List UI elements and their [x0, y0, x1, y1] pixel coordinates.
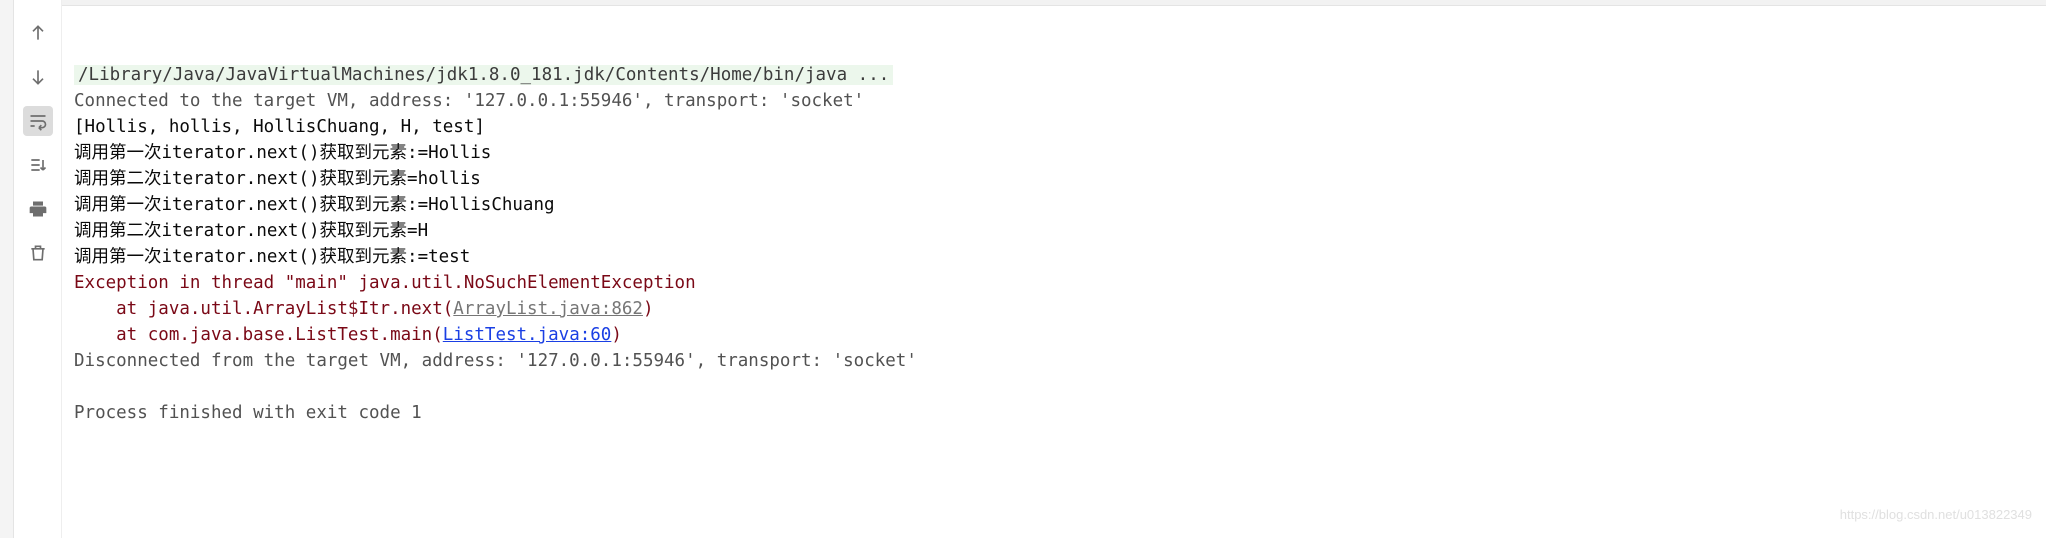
left-stripe	[0, 0, 14, 538]
connected-line: Connected to the target VM, address: '12…	[74, 91, 864, 111]
java-command-line: /Library/Java/JavaVirtualMachines/jdk1.8…	[74, 65, 893, 85]
console-output[interactable]: /Library/Java/JavaVirtualMachines/jdk1.8…	[62, 0, 2046, 538]
soft-wrap-icon	[28, 111, 48, 131]
call-line: 调用第二次iterator.next()获取到元素=hollis	[74, 169, 481, 189]
console-top-border	[62, 0, 2046, 6]
print-button[interactable]	[23, 194, 53, 224]
call-line: 调用第一次iterator.next()获取到元素:=Hollis	[74, 143, 491, 163]
list-output: [Hollis, hollis, HollisChuang, H, test]	[74, 117, 485, 137]
stack-link-listtest[interactable]: ListTest.java:60	[443, 325, 612, 345]
scroll-down-button[interactable]	[23, 62, 53, 92]
clear-all-button[interactable]	[23, 238, 53, 268]
scroll-up-button[interactable]	[23, 18, 53, 48]
arrow-up-icon	[28, 23, 48, 43]
arrow-down-icon	[28, 67, 48, 87]
stack-frame: at java.util.ArrayList$Itr.next(ArrayLis…	[74, 299, 654, 319]
exit-line: Process finished with exit code 1	[74, 403, 422, 423]
stack-link-arraylist[interactable]: ArrayList.java:862	[453, 299, 643, 319]
call-line: 调用第二次iterator.next()获取到元素=H	[74, 221, 428, 241]
scroll-to-end-button[interactable]	[23, 150, 53, 180]
call-line: 调用第一次iterator.next()获取到元素:=HollisChuang	[74, 195, 555, 215]
stack-frame: at com.java.base.ListTest.main(ListTest.…	[74, 325, 622, 345]
call-line: 调用第一次iterator.next()获取到元素:=test	[74, 247, 470, 267]
soft-wrap-button[interactable]	[23, 106, 53, 136]
scroll-to-end-icon	[28, 155, 48, 175]
exception-line: Exception in thread "main" java.util.NoS…	[74, 273, 696, 293]
disconnected-line: Disconnected from the target VM, address…	[74, 351, 917, 371]
watermark-text: https://blog.csdn.net/u013822349	[1840, 502, 2032, 528]
trash-icon	[28, 243, 48, 263]
print-icon	[28, 199, 48, 219]
console-gutter	[14, 0, 62, 538]
